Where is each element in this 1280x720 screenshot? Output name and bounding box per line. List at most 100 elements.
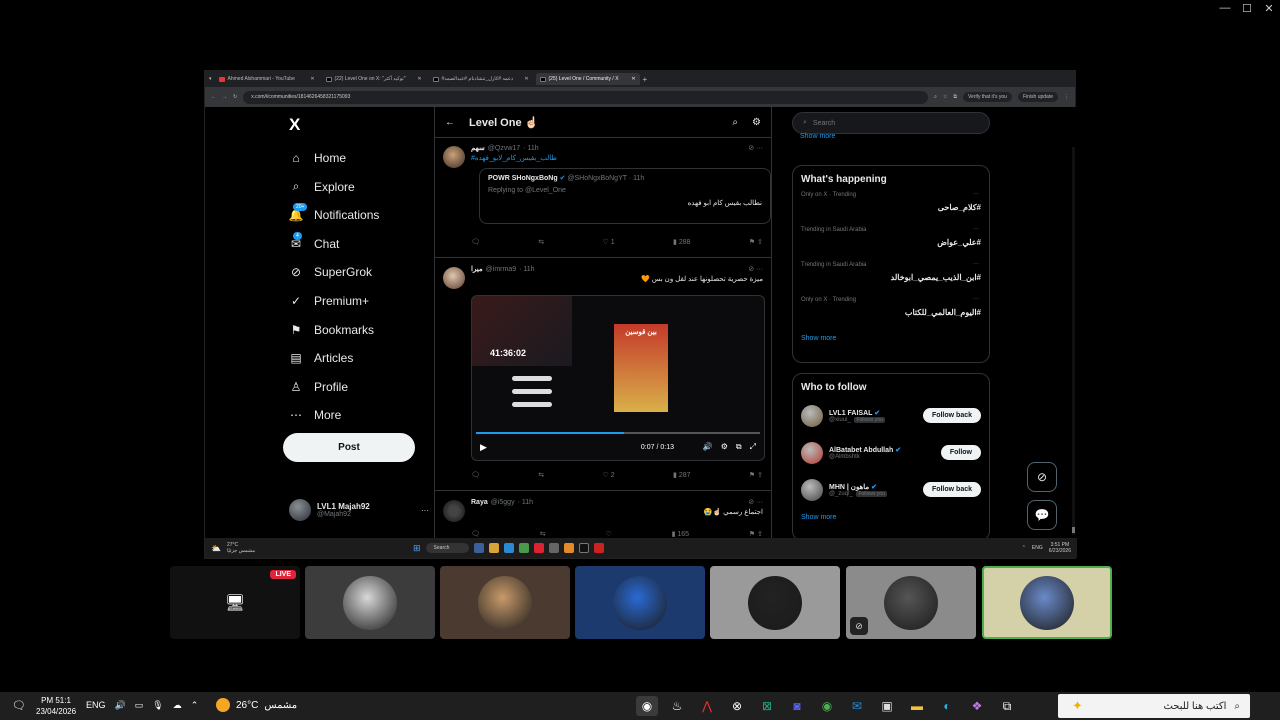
tray-up-icon[interactable]: ⌃ <box>1022 545 1026 551</box>
windows-start-icon[interactable]: ⊞ <box>413 543 421 554</box>
participant-tile[interactable]: ⊘ <box>846 566 976 639</box>
reply-icon[interactable]: 🗨 <box>471 471 480 479</box>
close-icon[interactable]: ✕ <box>1258 0 1280 16</box>
retweet-icon[interactable]: ⇆ <box>538 471 544 479</box>
nav-item-bookmarks[interactable]: ⚑ Bookmarks <box>289 323 374 337</box>
nav-item-explore[interactable]: ⌕ Explore <box>289 179 355 194</box>
mic-icon[interactable]: 🎙 <box>152 700 163 711</box>
browser-tab[interactable]: #دعمه #کارل_تنشادنام #عبدالصمد ✕ <box>429 73 533 85</box>
like-icon[interactable]: ♡ <box>605 530 611 538</box>
more-icon[interactable]: ··· <box>973 191 979 197</box>
taskbar-app-icon[interactable] <box>594 543 605 553</box>
steam-icon[interactable]: ♨ <box>666 696 688 716</box>
trend-item[interactable]: Only on X · Trending ··· #كلام_صاحى <box>793 189 989 224</box>
bookmark-icon[interactable]: ⚑ ⇪ <box>749 238 763 246</box>
maximize-icon[interactable]: ☐ <box>1236 0 1258 16</box>
taskbar-app-icon[interactable] <box>519 543 530 553</box>
nav-item-notifications[interactable]: 🔔 20+ Notifications <box>289 203 379 222</box>
tray-up-icon[interactable]: ⌃ <box>191 700 199 711</box>
search-icon[interactable]: ⌕ <box>732 117 738 128</box>
x-logo[interactable]: X <box>289 115 300 135</box>
tweet[interactable]: سهم @Qzvw17 · 11h ⊘ ··· #طالب_بقيس_كام_ل… <box>435 138 771 258</box>
trend-item[interactable]: Only on X · Trending ··· #اليوم_العالمي_لل… <box>793 294 989 329</box>
taskbar-clock[interactable]: PM 51:1 23/04/2026 <box>36 695 76 717</box>
notification-icon[interactable]: 🗨 <box>12 699 26 712</box>
back-arrow-icon[interactable]: ← <box>445 117 455 128</box>
zoom-icon[interactable]: ⌕ <box>934 94 937 100</box>
participant-tile[interactable] <box>982 566 1112 639</box>
taskbar-app-icon[interactable] <box>579 543 590 553</box>
tweet-author[interactable]: Raya <box>471 499 488 506</box>
show-more-link[interactable]: Show more <box>792 129 843 146</box>
taskbar-app-icon[interactable] <box>534 543 545 553</box>
tool-icon[interactable]: ⊠ <box>756 696 778 716</box>
messages-float-button[interactable]: 💬 <box>1027 500 1057 530</box>
settings-icon[interactable]: ⚙ <box>721 442 728 452</box>
follow-button[interactable]: Follow <box>940 445 981 460</box>
video-player[interactable]: 41:36:02 بين قوسين ▶ 0:07 / 0:13 🔊 ⚙ ⧉ ⤢ <box>471 295 765 461</box>
nav-item-home[interactable]: ⌂ Home <box>289 151 346 165</box>
reload-icon[interactable]: ↻ <box>233 94 237 100</box>
store-icon[interactable]: ▣ <box>876 696 898 716</box>
acrobat-icon[interactable]: ⋀ <box>696 696 718 716</box>
weather-widget[interactable]: 26°C مشمس <box>216 698 297 712</box>
trend-item[interactable]: Trending in Saudi Arabia ··· #ابن_الذيب_يم… <box>793 259 989 294</box>
taskbar-app-icon[interactable] <box>504 543 515 553</box>
taskbar-app-icon[interactable] <box>549 543 560 553</box>
nav-item-supergrok[interactable]: ⊘ SuperGrok <box>289 265 372 279</box>
verify-pill[interactable]: Verify that it's you <box>962 92 1012 102</box>
grok-icon[interactable]: ⊘ ··· <box>748 498 763 506</box>
taskbar-app-icon[interactable] <box>474 543 485 553</box>
tweet[interactable]: ميرا @imrma9 · 11h ⊘ ··· ميزة حصرية تحصل… <box>435 259 771 491</box>
bookmark-icon[interactable]: ⚑ ⇪ <box>749 471 763 479</box>
more-icon[interactable]: ··· <box>973 226 979 232</box>
participant-tile[interactable] <box>710 566 840 639</box>
copilot-icon[interactable]: ❖ <box>966 696 988 716</box>
finish-update-button[interactable]: Finish update <box>1017 92 1058 102</box>
nav-item-chat[interactable]: ✉ 4 Chat <box>289 231 339 251</box>
reply-icon[interactable]: 🗨 <box>471 238 480 246</box>
participant-tile[interactable] <box>305 566 435 639</box>
volume-icon[interactable]: 🔊 <box>703 442 713 452</box>
scrollbar[interactable] <box>1072 147 1075 535</box>
chrome-icon[interactable]: ◉ <box>816 696 838 716</box>
tab-close-icon[interactable]: ✕ <box>524 76 528 82</box>
tweet-author[interactable]: ميرا <box>471 265 483 273</box>
back-icon[interactable]: ← <box>211 94 216 100</box>
like-icon[interactable]: ♡ 1 <box>603 238 615 246</box>
follow-button[interactable]: Follow back <box>922 408 981 423</box>
show-more-link[interactable]: Show more <box>793 508 989 527</box>
chrome-icon[interactable]: ◉ <box>636 696 658 716</box>
forward-icon[interactable]: → <box>222 94 227 100</box>
retweet-icon[interactable]: ⇆ <box>538 238 544 246</box>
gear-icon[interactable]: ⚙ <box>752 117 761 128</box>
pip-icon[interactable]: ⧉ <box>736 442 742 452</box>
tab-close-icon[interactable]: ✕ <box>631 76 635 82</box>
xbox-icon[interactable]: ⊗ <box>726 696 748 716</box>
post-button[interactable]: Post <box>283 433 415 462</box>
show-more-link[interactable]: Show more <box>793 329 989 348</box>
video-progress[interactable] <box>476 432 760 434</box>
onedrive-icon[interactable]: ☁ <box>173 700 182 711</box>
views-icon[interactable]: ▮ 165 <box>672 530 689 538</box>
follow-button[interactable]: Follow back <box>922 482 981 497</box>
follow-suggestion[interactable]: AlBatabet Abdullah ✔ @Almbshtk Follow <box>793 434 989 471</box>
follow-suggestion[interactable]: MHN | ماهون ✔ @_zuql_ Follows you Follow b… <box>793 471 989 508</box>
network-icon[interactable]: ▭ <box>135 700 144 711</box>
explorer-icon[interactable]: ▬ <box>906 696 928 716</box>
task-view-icon[interactable]: ⧉ <box>996 696 1018 716</box>
nav-item-premium[interactable]: ✓ Premium+ <box>289 294 369 308</box>
language-indicator[interactable]: ENG <box>86 700 106 711</box>
outlook-icon[interactable]: ✉ <box>846 696 868 716</box>
follow-suggestion[interactable]: LVL1 FAISAL ✔ @xiuui_ Follows you Follow b… <box>793 397 989 434</box>
taskbar-app-icon[interactable] <box>564 543 575 553</box>
reply-icon[interactable]: 🗨 <box>471 530 480 538</box>
new-tab-icon[interactable]: + <box>643 75 648 84</box>
retweet-icon[interactable]: ⇆ <box>540 530 546 538</box>
taskbar-app-icon[interactable] <box>489 543 500 553</box>
grok-icon[interactable]: ⊘ ··· <box>748 144 763 152</box>
screen-share-tile[interactable]: 🖥 LIVE <box>170 566 300 639</box>
minimize-icon[interactable]: — <box>1214 0 1236 16</box>
language-indicator[interactable]: ENG <box>1032 545 1043 551</box>
discord-icon[interactable]: ◙ <box>786 696 808 716</box>
